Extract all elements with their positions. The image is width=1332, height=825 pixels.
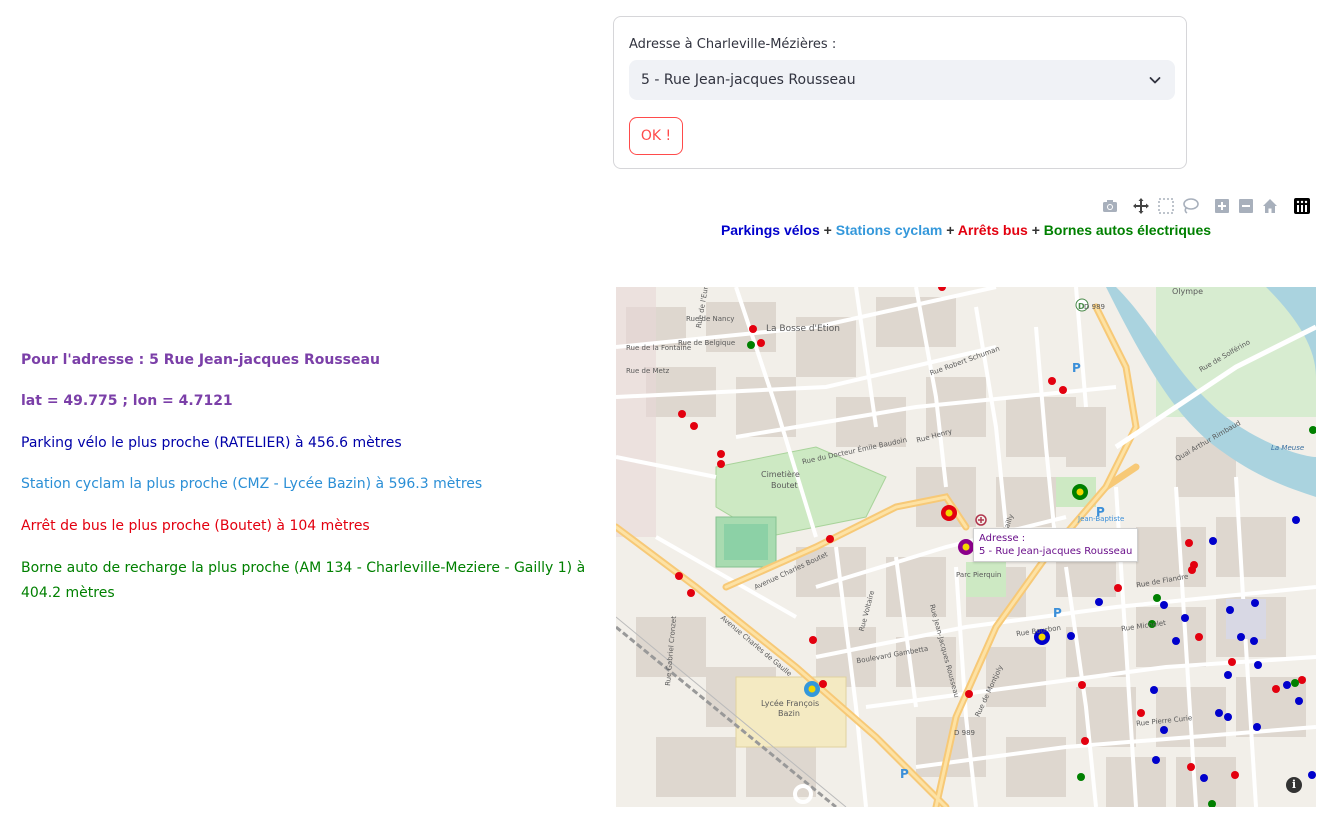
- info-borne-auto: Borne auto de recharge la plus proche (A…: [21, 560, 586, 601]
- title-sep-1: +: [819, 222, 836, 238]
- label-jean-baptiste: Jean-Baptiste: [1078, 515, 1125, 523]
- title-velos: Parkings vélos: [720, 222, 820, 238]
- label-rue-fontaine: Rue de la Fontaine: [626, 344, 692, 352]
- label-rue-metz: Rue de Metz: [626, 367, 670, 375]
- label-la-meuse: La Meuse: [1271, 444, 1305, 452]
- address-select[interactable]: 5 - Rue Jean-jacques Rousseau: [629, 60, 1175, 100]
- info-arret-bus: Arrêt de bus le plus proche (Boutet) à 1…: [21, 518, 370, 534]
- plotly-logo-icon[interactable]: [1293, 197, 1311, 215]
- address-select-value: 5 - Rue Jean-jacques Rousseau: [641, 72, 856, 88]
- camera-icon[interactable]: [1101, 197, 1119, 215]
- box-select-icon[interactable]: [1157, 197, 1175, 215]
- label-rue-nancy: Rue de Nancy: [686, 315, 735, 323]
- title-bus: Arrêts bus: [957, 222, 1028, 238]
- info-icon[interactable]: i: [1286, 777, 1302, 793]
- info-address: Pour l'adresse : 5 Rue Jean-jacques Rous…: [21, 352, 380, 368]
- label-la-bosse: La Bosse d'Etion: [766, 324, 840, 334]
- chevron-down-icon: [1149, 77, 1161, 84]
- svg-text:P: P: [900, 767, 909, 781]
- label-d989-a: D 989: [1084, 303, 1105, 311]
- ok-button[interactable]: OK !: [629, 117, 683, 155]
- label-boutet: Boutet: [771, 481, 798, 490]
- info-station-cyclam: Station cyclam la plus proche (CMZ - Lyc…: [21, 476, 483, 492]
- label-lycee: Lycée François: [761, 699, 820, 708]
- title-bornes: Bornes autos électriques: [1043, 222, 1212, 238]
- reset-home-icon[interactable]: [1261, 197, 1279, 215]
- info-coords: lat = 49.775 ; lon = 4.7121: [21, 393, 233, 409]
- lasso-select-icon[interactable]: [1181, 197, 1199, 215]
- tooltip-title: Adresse :: [979, 533, 1026, 544]
- title-sep-3: +: [1027, 222, 1044, 238]
- title-cyclam: Stations cyclam: [835, 222, 943, 238]
- info-parking-velo: Parking vélo le plus proche (RATELIER) à…: [21, 435, 402, 451]
- address-form: Adresse à Charleville-Mézières : 5 - Rue…: [613, 16, 1187, 169]
- address-tooltip: Adresse : 5 - Rue Jean-jacques Rousseau: [973, 528, 1139, 562]
- tooltip-value: 5 - Rue Jean-jacques Rousseau: [979, 546, 1133, 557]
- map-title: Parkings vélos + Stations cyclam + Arrêt…: [616, 222, 1316, 238]
- label-bazin: Bazin: [778, 709, 800, 718]
- zoom-in-icon[interactable]: [1213, 197, 1231, 215]
- label-cimetiere: Cimetière: [761, 470, 800, 479]
- label-d989-b: D 989: [954, 729, 975, 737]
- address-label: Adresse à Charleville-Mézières :: [629, 37, 837, 52]
- svg-text:P: P: [1053, 606, 1062, 620]
- label-olympe: Olympe: [1172, 287, 1204, 296]
- zoom-out-icon[interactable]: [1237, 197, 1255, 215]
- svg-text:P: P: [1072, 361, 1081, 375]
- label-parc-pierquin: Parc Pierquin: [956, 571, 1002, 579]
- title-sep-2: +: [942, 222, 958, 238]
- map-view[interactable]: PPP P D La Bosse d'Etion Cimetière Boute…: [616, 287, 1316, 807]
- pan-icon[interactable]: [1132, 197, 1150, 215]
